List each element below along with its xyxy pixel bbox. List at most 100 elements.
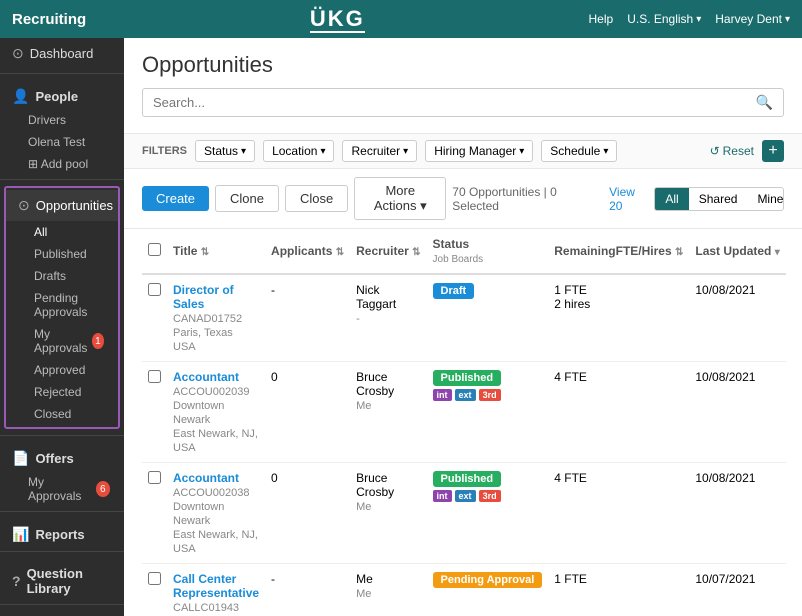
sidebar-sub-myapprovals-offers[interactable]: My Approvals 6 bbox=[0, 471, 124, 507]
view-link[interactable]: View 20 bbox=[609, 185, 648, 213]
more-actions-caret: ▾ bbox=[420, 198, 427, 213]
language-dropdown[interactable]: U.S. English ▾ bbox=[627, 12, 701, 26]
logo: ÜKG bbox=[86, 6, 588, 32]
job-location-1: Downtown NewarkEast Newark, NJ, USA bbox=[173, 400, 258, 454]
board-3rd-2: 3rd bbox=[479, 490, 501, 502]
header-status: StatusJob Boards bbox=[427, 229, 549, 274]
sort-recruiter-icon: ⇅ bbox=[412, 247, 420, 258]
help-link[interactable]: Help bbox=[589, 12, 614, 26]
close-button[interactable]: Close bbox=[285, 185, 348, 212]
fte-1: 4 FTE bbox=[554, 370, 587, 384]
sidebar-item-people[interactable]: 👤 People bbox=[0, 78, 124, 109]
dashboard-icon: ⊙ bbox=[12, 45, 24, 62]
sort-updated-icon: ▾ bbox=[775, 247, 780, 258]
view-mine-btn[interactable]: Mine bbox=[747, 188, 784, 210]
view-shared-btn[interactable]: Shared bbox=[689, 188, 748, 210]
job-title-3[interactable]: Call Center Representative bbox=[173, 572, 259, 600]
sidebar-sub-drafts[interactable]: Drafts bbox=[6, 265, 118, 287]
opportunities-table-container: Title ⇅ Applicants ⇅ Recruiter ⇅ StatusJ… bbox=[124, 229, 802, 616]
sidebar-item-dashboard[interactable]: ⊙ Dashboard bbox=[0, 38, 124, 69]
search-input[interactable] bbox=[153, 95, 756, 110]
sidebar-dashboard-label: Dashboard bbox=[30, 46, 94, 61]
sidebar-divider-5 bbox=[0, 551, 124, 552]
add-filter-button[interactable]: + bbox=[762, 140, 784, 162]
sidebar-sub-drivers[interactable]: Drivers bbox=[0, 109, 124, 131]
view-toggle: All Shared Mine bbox=[654, 187, 784, 211]
filter-schedule[interactable]: Schedule ▾ bbox=[541, 140, 617, 162]
recruiter-caret: ▾ bbox=[403, 146, 408, 157]
create-button[interactable]: Create bbox=[142, 186, 209, 211]
applicants-1: 0 bbox=[271, 370, 278, 384]
opportunities-icon: ⊙ bbox=[18, 197, 30, 214]
header-updated[interactable]: Last Updated ▾ bbox=[689, 229, 785, 274]
filter-status[interactable]: Status ▾ bbox=[195, 140, 255, 162]
sidebar-sub-closed[interactable]: Closed bbox=[6, 403, 118, 425]
row-checkbox-1[interactable] bbox=[148, 370, 161, 383]
sidebar-item-offers[interactable]: 📄 Offers bbox=[0, 440, 124, 471]
header-title[interactable]: Title ⇅ bbox=[167, 229, 265, 274]
filter-hiring-manager[interactable]: Hiring Manager ▾ bbox=[425, 140, 533, 162]
recruiter-name-3: Me bbox=[356, 572, 373, 586]
filters-reset[interactable]: ↺ Reset bbox=[710, 144, 754, 158]
user-dropdown[interactable]: Harvey Dent ▾ bbox=[715, 12, 790, 26]
sidebar-item-opportunities[interactable]: ⊙ Opportunities bbox=[6, 190, 118, 221]
sidebar-offers-label: Offers bbox=[35, 451, 73, 466]
sidebar-divider-6 bbox=[0, 604, 124, 605]
recruiter-name-1: Bruce Crosby bbox=[356, 370, 394, 398]
job-title-1[interactable]: Accountant bbox=[173, 370, 239, 384]
sidebar-sub-olena[interactable]: Olena Test bbox=[0, 131, 124, 153]
user-caret: ▾ bbox=[785, 14, 790, 25]
status-caret: ▾ bbox=[241, 146, 246, 157]
sidebar-divider-2 bbox=[0, 179, 124, 180]
main-layout: ⊙ Dashboard 👤 People Drivers Olena Test … bbox=[0, 38, 802, 616]
job-location-0: Paris, TexasUSA bbox=[173, 327, 233, 353]
job-title-2[interactable]: Accountant bbox=[173, 471, 239, 485]
page-header: Opportunities 🔍 bbox=[124, 38, 802, 133]
row-checkbox-3[interactable] bbox=[148, 572, 161, 585]
sidebar-item-settings[interactable]: ⚙ Settings bbox=[0, 609, 124, 616]
header-recruiter[interactable]: Recruiter ⇅ bbox=[350, 229, 426, 274]
user-label: Harvey Dent bbox=[715, 12, 782, 26]
more-actions-button[interactable]: More Actions ▾ bbox=[354, 177, 446, 220]
job-title-0[interactable]: Director of Sales bbox=[173, 283, 234, 311]
reset-icon: ↺ bbox=[710, 144, 720, 158]
language-caret: ▾ bbox=[696, 14, 701, 25]
header-applicants[interactable]: Applicants ⇅ bbox=[265, 229, 350, 274]
sidebar-item-questionlibrary[interactable]: ? Question Library bbox=[0, 556, 124, 600]
sidebar-sub-published[interactable]: Published bbox=[6, 243, 118, 265]
board-ext-1: ext bbox=[455, 389, 476, 401]
table-body: Director of Sales CANAD01752 Paris, Texa… bbox=[142, 274, 786, 616]
row-checkbox-0[interactable] bbox=[148, 283, 161, 296]
filter-location[interactable]: Location ▾ bbox=[263, 140, 334, 162]
sidebar-sub-all[interactable]: All bbox=[6, 221, 118, 243]
board-ext-2: ext bbox=[455, 490, 476, 502]
job-requisition-0: CANAD01752 bbox=[173, 313, 242, 325]
view-all-btn[interactable]: All bbox=[655, 188, 688, 210]
status-badge-3: Pending Approval bbox=[433, 572, 543, 588]
reset-label: Reset bbox=[723, 144, 754, 158]
filter-recruiter[interactable]: Recruiter ▾ bbox=[342, 140, 417, 162]
status-badge-0: Draft bbox=[433, 283, 475, 299]
sidebar-sub-addpool[interactable]: ⊞ Add pool bbox=[0, 153, 124, 175]
add-pool-icon: ⊞ bbox=[28, 157, 38, 171]
select-all-checkbox[interactable] bbox=[148, 243, 161, 256]
brand-label: Recruiting bbox=[12, 11, 86, 28]
sidebar-sub-pending[interactable]: Pending Approvals bbox=[6, 287, 118, 323]
fte-0: 1 FTE2 hires bbox=[554, 283, 590, 311]
sidebar-sub-rejected[interactable]: Rejected bbox=[6, 381, 118, 403]
fte-2: 4 FTE bbox=[554, 471, 587, 485]
sidebar-sub-approved[interactable]: Approved bbox=[6, 359, 118, 381]
header-checkbox bbox=[142, 229, 167, 274]
clone-button[interactable]: Clone bbox=[215, 185, 279, 212]
sidebar-divider-4 bbox=[0, 511, 124, 512]
header-fte[interactable]: RemainingFTE/Hires ⇅ bbox=[548, 229, 689, 274]
sidebar-item-reports[interactable]: 📊 Reports bbox=[0, 516, 124, 547]
more-actions-label: More Actions bbox=[374, 183, 417, 213]
filters-bar: FILTERS Status ▾ Location ▾ Recruiter ▾ … bbox=[124, 133, 802, 169]
row-checkbox-2[interactable] bbox=[148, 471, 161, 484]
toolbar-actions: Create Clone Close More Actions ▾ bbox=[142, 177, 446, 220]
board-3rd-1: 3rd bbox=[479, 389, 501, 401]
recruiter-sub-0: - bbox=[356, 313, 360, 325]
job-requisition-2: ACCOU002038 bbox=[173, 487, 249, 499]
sidebar-sub-myapprovals-opp[interactable]: My Approvals 1 bbox=[6, 323, 118, 359]
